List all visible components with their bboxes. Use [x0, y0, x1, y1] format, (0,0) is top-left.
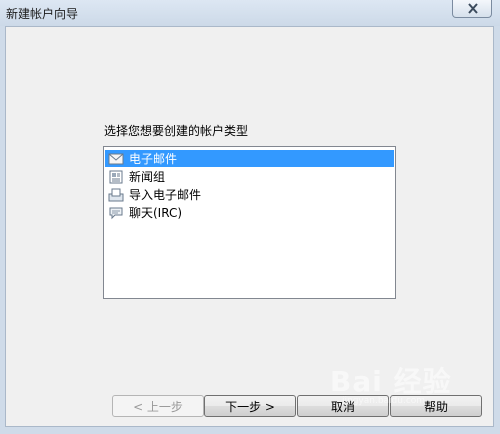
close-icon	[468, 3, 478, 14]
import-mail-icon	[108, 188, 124, 202]
watermark: Bai 经验 jingyan.baidu.com	[330, 360, 495, 410]
newsgroup-icon	[108, 170, 124, 184]
list-item-label: 聊天(IRC)	[129, 206, 183, 220]
next-button[interactable]: 下一步 >	[204, 395, 296, 417]
chat-bubble-icon	[108, 206, 124, 220]
watermark-logo: Bai 经验	[330, 365, 452, 398]
list-item-import-email[interactable]: 导入电子邮件	[105, 186, 394, 203]
watermark-url: jingyan.baidu.com	[342, 396, 426, 406]
back-button[interactable]: < 上一步	[112, 395, 204, 417]
window-title: 新建帐户向导	[6, 7, 79, 21]
list-item-label: 新闻组	[129, 170, 166, 184]
list-item-label: 导入电子邮件	[129, 188, 202, 202]
envelope-icon	[108, 152, 124, 166]
close-button[interactable]	[452, 0, 492, 18]
account-type-prompt: 选择您想要创建的帐户类型	[104, 124, 249, 138]
account-type-list[interactable]: 电子邮件 新闻组 导入电子邮件 聊天(IRC)	[103, 146, 396, 299]
list-item-chat-irc[interactable]: 聊天(IRC)	[105, 204, 394, 221]
list-item-label: 电子邮件	[129, 152, 178, 166]
window-titlebar[interactable]: 新建帐户向导	[0, 0, 500, 26]
list-item-email[interactable]: 电子邮件	[105, 150, 394, 167]
list-item-newsgroup[interactable]: 新闻组	[105, 168, 394, 185]
